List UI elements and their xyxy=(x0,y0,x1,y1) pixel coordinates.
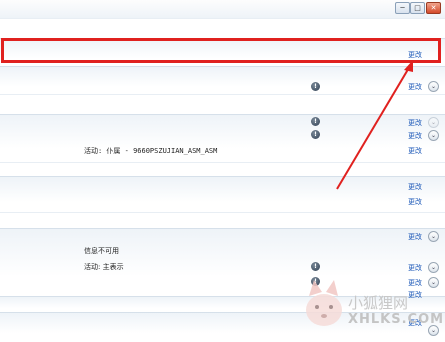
annotation-arrow-head xyxy=(404,60,413,72)
annotation-arrow-line xyxy=(336,65,411,190)
fox-logo xyxy=(306,280,342,326)
watermark-url: XHLKS.COM xyxy=(348,312,445,327)
watermark-title: 小狐狸网 xyxy=(348,294,409,312)
annotation-layer xyxy=(306,60,413,326)
